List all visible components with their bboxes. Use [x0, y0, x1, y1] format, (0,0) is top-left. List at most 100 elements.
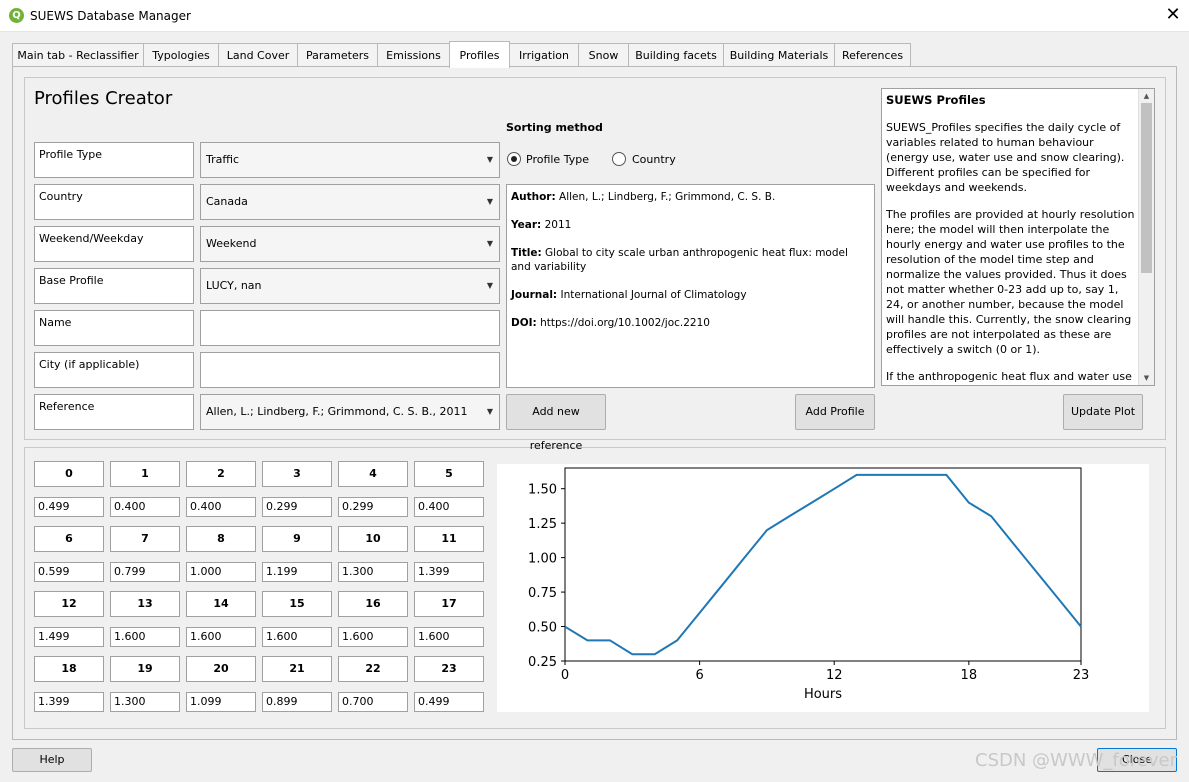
base-profile-combo[interactable]: LUCY, nan ▼	[200, 268, 500, 304]
hour-value-input[interactable]: 0.599	[34, 562, 104, 582]
hour-value-input[interactable]: 0.400	[414, 497, 484, 517]
hour-value-input[interactable]: 1.399	[414, 562, 484, 582]
hour-value-input[interactable]: 0.799	[110, 562, 180, 582]
tab-profiles[interactable]: Profiles	[449, 41, 510, 68]
hour-value-input[interactable]: 1.600	[110, 627, 180, 647]
x-tick-label: 18	[961, 668, 978, 683]
y-tick-label: 1.50	[528, 483, 557, 498]
tab-irrigation[interactable]: Irrigation	[509, 43, 579, 67]
hour-header: 16	[338, 591, 408, 617]
hour-value-input[interactable]: 1.000	[186, 562, 256, 582]
tab-parameters[interactable]: Parameters	[297, 43, 378, 67]
reference-value: Allen, L.; Lindberg, F.; Grimmond, C. S.…	[206, 405, 468, 418]
qgis-app-icon: Q	[9, 8, 24, 23]
x-tick-label: 23	[1073, 668, 1090, 683]
hour-header: 15	[262, 591, 332, 617]
reference-info-box: Author: Allen, L.; Lindberg, F.; Grimmon…	[506, 184, 875, 388]
hour-value-input[interactable]: 1.600	[338, 627, 408, 647]
chevron-down-icon: ▼	[486, 239, 493, 248]
hour-value-input[interactable]: 1.099	[186, 692, 256, 712]
hour-value-input[interactable]: 1.499	[34, 627, 104, 647]
hour-header: 7	[110, 526, 180, 552]
tab-emissions[interactable]: Emissions	[377, 43, 450, 67]
journal-key: Journal:	[511, 289, 558, 301]
hour-value-input[interactable]: 0.400	[186, 497, 256, 517]
scroll-up-icon[interactable]: ▲	[1139, 89, 1154, 103]
scroll-down-icon[interactable]: ▼	[1139, 371, 1154, 385]
hour-value-input[interactable]: 1.300	[110, 692, 180, 712]
hour-value-input[interactable]: 0.700	[338, 692, 408, 712]
hour-value-input[interactable]: 0.299	[262, 497, 332, 517]
hour-value-input[interactable]: 0.299	[338, 497, 408, 517]
hour-header: 8	[186, 526, 256, 552]
base-profile-value: LUCY, nan	[206, 279, 262, 292]
profile-type-combo[interactable]: Traffic ▼	[200, 142, 500, 178]
sort-profile-type-label[interactable]: Profile Type	[526, 153, 589, 166]
scrollbar-thumb[interactable]	[1141, 103, 1152, 273]
window-close-icon[interactable]: ✕	[1163, 4, 1183, 26]
plot-frame	[564, 467, 1082, 662]
hour-header: 3	[262, 461, 332, 487]
hour-header: 22	[338, 656, 408, 682]
hour-value-input[interactable]: 0.499	[34, 497, 104, 517]
y-tick-label: 0.75	[528, 586, 557, 601]
help-paragraph: If the anthropogenic heat flux and water…	[886, 370, 1132, 383]
hour-header: 1	[110, 461, 180, 487]
tab-building-materials[interactable]: Building Materials	[723, 43, 835, 67]
hour-value-input[interactable]: 0.899	[262, 692, 332, 712]
update-plot-button[interactable]: Update Plot	[1063, 394, 1143, 430]
hour-value-input[interactable]: 1.399	[34, 692, 104, 712]
series-line	[564, 473, 1082, 656]
year-key: Year:	[511, 219, 542, 231]
tab-building-facets[interactable]: Building facets	[628, 43, 724, 67]
tab-main-reclassifier[interactable]: Main tab - Reclassifier	[12, 43, 144, 67]
name-label: Name	[34, 310, 194, 346]
hour-value-input[interactable]: 1.600	[262, 627, 332, 647]
profile-type-value: Traffic	[206, 153, 240, 166]
help-button[interactable]: Help	[12, 748, 92, 772]
country-label: Country	[34, 184, 194, 220]
hour-header: 18	[34, 656, 104, 682]
hour-header: 19	[110, 656, 180, 682]
hour-value-input[interactable]: 0.400	[110, 497, 180, 517]
hour-header: 20	[186, 656, 256, 682]
journal-value: International Journal of Climatology	[560, 289, 747, 301]
help-scrollbar[interactable]: ▲ ▼	[1138, 89, 1154, 385]
hour-header: 6	[34, 526, 104, 552]
add-profile-button[interactable]: Add Profile	[795, 394, 875, 430]
hour-value-input[interactable]: 1.600	[414, 627, 484, 647]
hour-header: 4	[338, 461, 408, 487]
hour-header: 5	[414, 461, 484, 487]
reference-combo[interactable]: Allen, L.; Lindberg, F.; Grimmond, C. S.…	[200, 394, 500, 430]
weekend-weekday-combo[interactable]: Weekend ▼	[200, 226, 500, 262]
hour-value-input[interactable]: 0.499	[414, 692, 484, 712]
hour-value-input[interactable]: 1.600	[186, 627, 256, 647]
doi-key: DOI:	[511, 317, 537, 329]
sort-profile-type-radio[interactable]	[507, 152, 521, 166]
hour-header: 21	[262, 656, 332, 682]
weekend-weekday-value: Weekend	[206, 237, 257, 250]
hour-header: 17	[414, 591, 484, 617]
hour-value-input[interactable]: 1.300	[338, 562, 408, 582]
x-tick-label: 0	[561, 668, 569, 683]
profile-chart-svg: 0 6 12 18 23 0.25 0.50 0.75 1.00 1.25 1.50 Hours	[528, 467, 1090, 702]
add-new-reference-button[interactable]: Add new reference	[506, 394, 606, 452]
tab-typologies[interactable]: Typologies	[143, 43, 219, 67]
city-input[interactable]	[200, 352, 500, 388]
country-combo[interactable]: Canada ▼	[200, 184, 500, 220]
sort-country-radio[interactable]	[612, 152, 626, 166]
tab-land-cover[interactable]: Land Cover	[218, 43, 298, 67]
name-input[interactable]	[200, 310, 500, 346]
help-panel: SUEWS Profiles SUEWS_Profiles specifies …	[881, 88, 1155, 386]
year-value: 2011	[544, 219, 572, 231]
tab-references[interactable]: References	[834, 43, 911, 67]
hour-value-input[interactable]: 1.199	[262, 562, 332, 582]
x-axis-label: Hours	[804, 687, 842, 702]
tab-snow[interactable]: Snow	[578, 43, 629, 67]
sort-country-label[interactable]: Country	[632, 153, 676, 166]
help-paragraph: SUEWS_Profiles specifies the daily cycle…	[886, 121, 1125, 194]
chevron-down-icon: ▼	[486, 407, 493, 416]
hour-header: 10	[338, 526, 408, 552]
watermark-text: CSDN @WWW_forever	[975, 750, 1177, 771]
sorting-method-title: Sorting method	[506, 121, 603, 134]
